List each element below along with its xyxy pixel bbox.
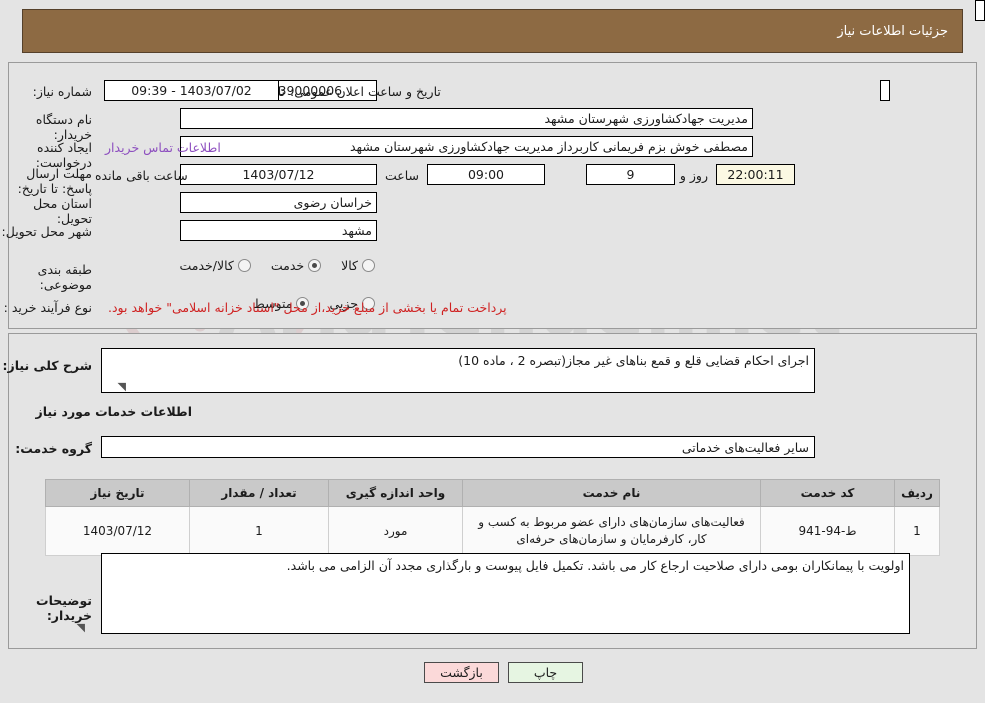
classification-label: طبقه بندی موضوعی:: [37, 262, 92, 292]
deadline-time-label: ساعت: [384, 168, 419, 183]
page-title: جزئیات اطلاعات نیاز: [22, 9, 963, 53]
general-description-textarea[interactable]: اجرای احکام قضایی قلع و قمع بناهای غیر م…: [101, 348, 815, 393]
classification-option-label: خدمت: [270, 258, 305, 273]
radio-icon[interactable]: [237, 259, 251, 272]
print-button[interactable]: چاپ: [508, 662, 583, 683]
col-service-code: کد خدمت: [760, 479, 895, 507]
classification-option-khedmat[interactable]: خدمت: [270, 258, 322, 273]
classification-option-kala[interactable]: کالا: [341, 258, 375, 273]
cell-need-date: 1403/07/12: [45, 506, 190, 556]
delivery-province-field[interactable]: خراسان رضوی: [180, 192, 377, 213]
classification-option-label: کالا/خدمت: [179, 258, 234, 273]
buyer-notes-textarea[interactable]: اولویت با پیمانکاران بومی دارای صلاحیت ا…: [101, 553, 910, 634]
buyer-org-label: نام دستگاه خریدار:: [35, 112, 92, 142]
need-number-label: شماره نیاز:: [32, 84, 92, 99]
cell-service-name: فعالیت‌های سازمان‌های دارای عضو مربوط به…: [462, 506, 761, 556]
table-row: 1 ط-94-941 فعالیت‌های سازمان‌های دارای ع…: [45, 506, 940, 556]
announce-date-field[interactable]: 1403/07/02 - 09:39: [104, 80, 279, 101]
radio-icon[interactable]: [362, 259, 375, 272]
treasury-note: پرداخت تمام یا بخشی از مبلغ خرید،از محل …: [108, 300, 507, 315]
table-header-row: ردیف کد خدمت نام خدمت واحد اندازه گیری ت…: [45, 479, 940, 507]
deadline-days-label: روز و: [679, 168, 708, 183]
delivery-city-label: شهر محل تحویل:: [1, 224, 92, 239]
col-quantity: تعداد / مقدار: [189, 479, 329, 507]
radio-icon[interactable]: [308, 259, 322, 272]
back-button[interactable]: بازگشت: [424, 662, 499, 683]
col-unit: واحد اندازه گیری: [328, 479, 463, 507]
services-section-title: اطلاعات خدمات مورد نیاز: [35, 404, 193, 419]
deadline-countdown-field: 22:00:11: [716, 164, 795, 185]
page-title-text: جزئیات اطلاعات نیاز: [837, 23, 948, 39]
cell-unit: مورد: [328, 506, 463, 556]
service-group-label: گروه خدمت:: [15, 441, 92, 456]
cell-quantity: 1: [189, 506, 329, 556]
cell-service-code: ط-94-941: [760, 506, 895, 556]
classification-option-kala-khedmat[interactable]: کالا/خدمت: [179, 258, 251, 273]
deadline-time-field[interactable]: 09:00: [427, 164, 545, 185]
deadline-days-field[interactable]: 9: [586, 164, 675, 185]
deadline-date-field[interactable]: 1403/07/12: [180, 164, 377, 185]
classification-option-label: کالا: [341, 258, 358, 273]
purchase-type-label: نوع فرآیند خرید :: [3, 300, 92, 315]
need-info-panel: [8, 62, 977, 329]
col-need-date: تاریخ نیاز: [45, 479, 190, 507]
buyer-contact-link[interactable]: اطلاعات تماس خریدار: [105, 140, 221, 155]
classification-radio-group[interactable]: کالا خدمت کالا/خدمت: [166, 258, 375, 273]
requester-field[interactable]: مصطفی خوش بزم فریمانی کاربرداز مدیریت جه…: [180, 136, 753, 157]
general-description-label: شرح کلی نیاز:: [2, 358, 92, 373]
col-row-no: ردیف: [894, 479, 940, 507]
resize-handle-icon[interactable]: ◥: [115, 381, 126, 392]
page-root: AriaTender.net جزئیات اطلاعات نیاز شماره…: [0, 0, 985, 703]
service-group-field[interactable]: سایر فعالیت‌های خدماتی: [101, 436, 815, 458]
services-table: ردیف کد خدمت نام خدمت واحد اندازه گیری ت…: [45, 479, 940, 556]
delivery-province-label: استان محل تحویل:: [33, 196, 92, 226]
announce-date-label-alt: تاریخ و ساعت اعلان عمومی:: [290, 84, 441, 99]
deadline-countdown-label: ساعت باقی مانده: [95, 168, 188, 183]
cell-row-no: 1: [894, 506, 940, 556]
delivery-city-field[interactable]: مشهد: [180, 220, 377, 241]
deadline-label: مهلت ارسال پاسخ: تا تاریخ:: [17, 166, 92, 196]
col-service-name: نام خدمت: [462, 479, 761, 507]
buyer-notes-label: توضیحات خریدار:: [36, 593, 92, 623]
resize-handle-icon[interactable]: ◥: [74, 622, 85, 633]
buyer-org-field[interactable]: مدیریت جهادکشاورزی شهرستان مشهد: [180, 108, 753, 129]
